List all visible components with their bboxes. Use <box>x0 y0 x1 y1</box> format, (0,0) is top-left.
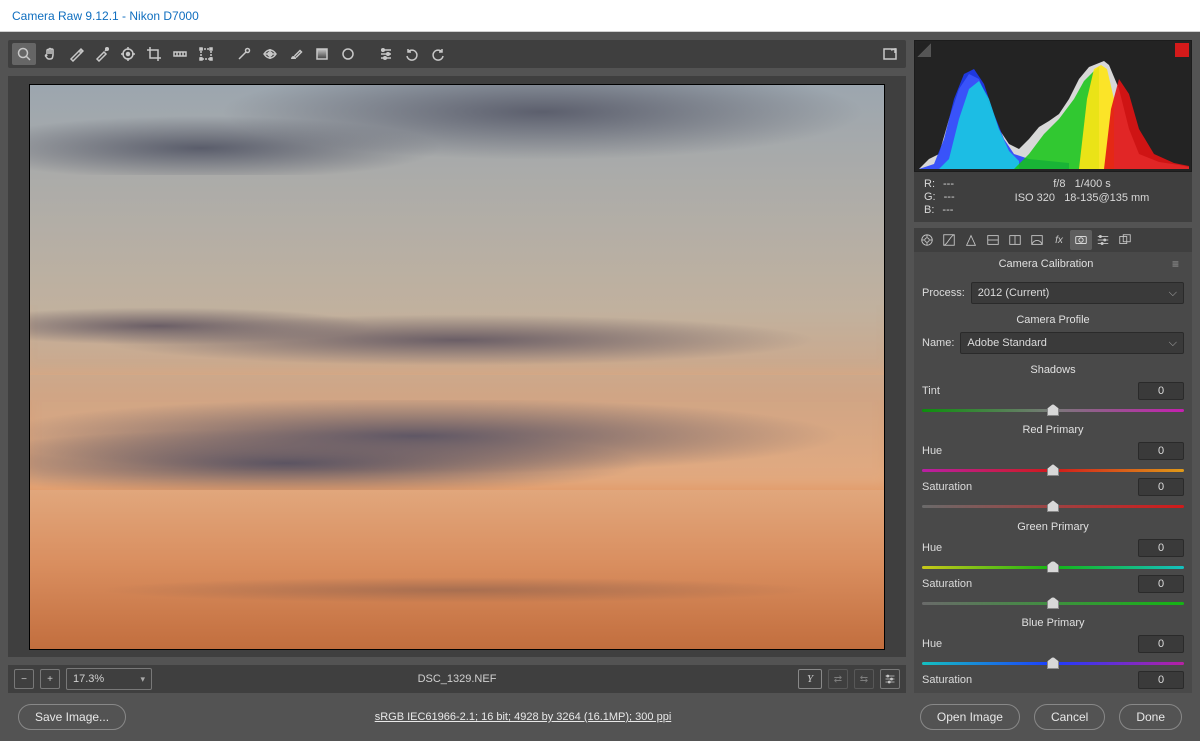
main-area: − + 17.3% DSC_1329.NEF Y ⇄ ⇆ <box>0 32 1200 693</box>
radial-filter-tool[interactable] <box>336 43 360 65</box>
blue-primary-heading: Blue Primary <box>922 617 1184 629</box>
tint-value[interactable]: 0 <box>1138 382 1184 400</box>
tab-lens[interactable] <box>1026 230 1048 250</box>
readout-g: --- <box>944 191 955 203</box>
before-after-toggle[interactable]: Y <box>798 669 822 689</box>
green-sat-value[interactable]: 0 <box>1138 575 1184 593</box>
panel-body: Process: 2012 (Current) Camera Profile N… <box>914 276 1192 693</box>
transform-tool[interactable] <box>194 43 218 65</box>
adjustment-brush-tool[interactable] <box>284 43 308 65</box>
save-image-button[interactable]: Save Image... <box>18 704 126 730</box>
profile-name-select[interactable]: Adobe Standard <box>960 332 1184 354</box>
color-sampler-tool[interactable] <box>90 43 114 65</box>
tab-split[interactable] <box>1004 230 1026 250</box>
tint-label: Tint <box>922 385 1138 397</box>
zoom-tool[interactable] <box>12 43 36 65</box>
blue-sat-value[interactable]: 0 <box>1138 671 1184 689</box>
tab-basic[interactable] <box>916 230 938 250</box>
blue-hue-label: Hue <box>922 638 1138 650</box>
image-viewport[interactable] <box>8 76 906 657</box>
spot-removal-tool[interactable] <box>232 43 256 65</box>
cancel-button[interactable]: Cancel <box>1034 704 1105 730</box>
red-sat-label: Saturation <box>922 481 1138 493</box>
green-sat-label: Saturation <box>922 578 1138 590</box>
preferences-icon[interactable] <box>374 43 398 65</box>
target-adjust-tool[interactable] <box>116 43 140 65</box>
process-select[interactable]: 2012 (Current) <box>971 282 1184 304</box>
process-label: Process: <box>922 287 965 299</box>
view-settings-button[interactable] <box>880 669 900 689</box>
straighten-tool[interactable] <box>168 43 192 65</box>
tab-presets[interactable] <box>1092 230 1114 250</box>
readout-b: --- <box>942 204 953 216</box>
panel-tabstrip: fx <box>914 228 1192 252</box>
footer-bar: Save Image... sRGB IEC61966-2.1; 16 bit;… <box>0 693 1200 741</box>
app-window: − + 17.3% DSC_1329.NEF Y ⇄ ⇆ <box>0 32 1200 741</box>
shutter-label: 1/400 s <box>1075 178 1111 190</box>
tab-curve[interactable] <box>938 230 960 250</box>
red-hue-value[interactable]: 0 <box>1138 442 1184 460</box>
tab-calibration[interactable] <box>1070 230 1092 250</box>
zoom-in-button[interactable]: + <box>40 669 60 689</box>
crop-tool[interactable] <box>142 43 166 65</box>
open-image-button[interactable]: Open Image <box>920 704 1020 730</box>
done-button[interactable]: Done <box>1119 704 1182 730</box>
workflow-link[interactable]: sRGB IEC61966-2.1; 16 bit; 4928 by 3264 … <box>136 711 910 723</box>
tab-fx[interactable]: fx <box>1048 230 1070 250</box>
filename-label: DSC_1329.NEF <box>418 673 497 685</box>
shadow-clip-warning[interactable] <box>917 43 931 57</box>
blue-sat-label: Saturation <box>922 674 1138 686</box>
graduated-filter-tool[interactable] <box>310 43 334 65</box>
iso-label: ISO 320 <box>1015 192 1055 204</box>
green-hue-label: Hue <box>922 542 1138 554</box>
left-pane: − + 17.3% DSC_1329.NEF Y ⇄ ⇆ <box>8 40 906 693</box>
red-hue-label: Hue <box>922 445 1138 457</box>
highlight-clip-warning[interactable] <box>1175 43 1189 57</box>
histogram[interactable] <box>914 40 1192 172</box>
green-primary-heading: Green Primary <box>922 521 1184 533</box>
hand-tool[interactable] <box>38 43 62 65</box>
shadows-heading: Shadows <box>922 364 1184 376</box>
exif-readout: R:--- G:--- B:--- f/8 1/400 s ISO 320 18… <box>914 172 1192 222</box>
right-pane: R:--- G:--- B:--- f/8 1/400 s ISO 320 18… <box>914 40 1192 693</box>
rotate-cw-icon[interactable] <box>426 43 450 65</box>
panel-title: Camera Calibration <box>920 258 1172 270</box>
green-hue-value[interactable]: 0 <box>1138 539 1184 557</box>
white-balance-tool[interactable] <box>64 43 88 65</box>
swap-before-after-button[interactable]: ⇄ <box>828 669 848 689</box>
blue-hue-value[interactable]: 0 <box>1138 635 1184 653</box>
titlebar: Camera Raw 9.12.1 - Nikon D7000 <box>0 0 1200 32</box>
tab-snapshots[interactable] <box>1114 230 1136 250</box>
tab-detail[interactable] <box>960 230 982 250</box>
red-primary-heading: Red Primary <box>922 424 1184 436</box>
viewer-bottom-bar: − + 17.3% DSC_1329.NEF Y ⇄ ⇆ <box>8 665 906 693</box>
panel-header: Camera Calibration ≡ <box>914 252 1192 276</box>
profile-name-label: Name: <box>922 337 954 349</box>
camera-profile-heading: Camera Profile <box>922 314 1184 326</box>
panel-menu-icon[interactable]: ≡ <box>1172 257 1186 271</box>
lens-label: 18-135@135 mm <box>1064 192 1149 204</box>
readout-r: --- <box>943 178 954 190</box>
red-eye-tool[interactable] <box>258 43 282 65</box>
red-sat-value[interactable]: 0 <box>1138 478 1184 496</box>
tab-hsl[interactable] <box>982 230 1004 250</box>
copy-settings-button[interactable]: ⇆ <box>854 669 874 689</box>
fullscreen-icon[interactable] <box>878 43 902 65</box>
preview-image <box>29 84 885 650</box>
zoom-out-button[interactable]: − <box>14 669 34 689</box>
top-toolbar <box>8 40 906 68</box>
histogram-graph <box>919 59 1189 169</box>
zoom-select[interactable]: 17.3% <box>66 668 152 690</box>
aperture-label: f/8 <box>1053 178 1065 190</box>
rotate-ccw-icon[interactable] <box>400 43 424 65</box>
